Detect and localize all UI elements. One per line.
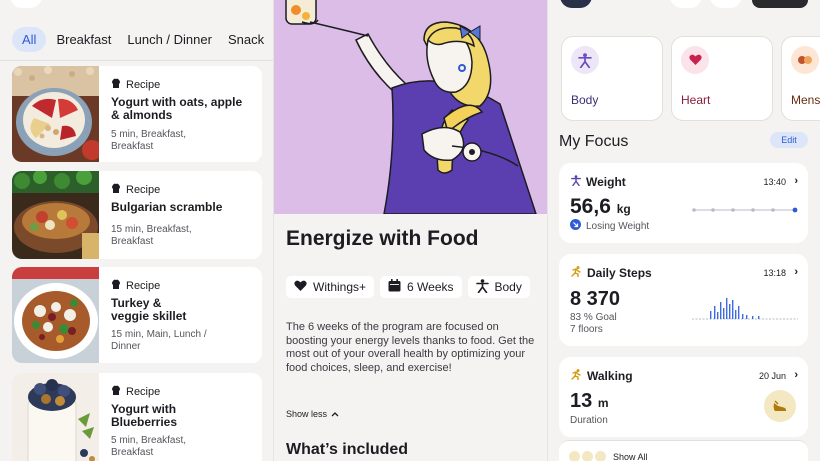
program-panel: Energize with Food Withings+ 6 Weeks Bod… xyxy=(273,0,548,461)
steps-value: 8 370 xyxy=(570,288,621,310)
steps-header: Daily Steps xyxy=(571,266,652,280)
filter-all[interactable]: All xyxy=(12,27,47,52)
program-hero-illustration xyxy=(274,0,547,214)
daily-steps-card[interactable]: Daily Steps 13:18 › 8 370 83 % Goal 7 fl… xyxy=(559,254,808,346)
heart-icon xyxy=(294,280,307,295)
category-label: Body xyxy=(571,93,599,107)
chevron-up-icon xyxy=(331,409,339,419)
program-tags: Withings+ 6 Weeks Body xyxy=(286,276,530,298)
walking-value: 13 m xyxy=(570,390,609,412)
recipe-kind: Recipe xyxy=(111,183,160,197)
activity-icon xyxy=(569,451,580,461)
weight-header: Weight xyxy=(571,175,626,189)
chevron-right-icon: › xyxy=(794,266,798,278)
recipe-card[interactable]: Recipe Bulgarian scramble 15 min, Breakf… xyxy=(12,171,262,259)
recipe-kind: Recipe xyxy=(111,279,160,293)
walking-date: 20 Jun xyxy=(758,371,786,381)
weight-time: 13:40 xyxy=(763,177,786,187)
category-label: Heart xyxy=(681,93,711,107)
weight-card[interactable]: Weight 13:40 › 56,6 kg Losing Weight xyxy=(559,163,808,243)
body-icon xyxy=(475,278,489,296)
recipes-panel: All Breakfast Lunch / Dinner Snack Recip… xyxy=(0,0,273,461)
walking-icon xyxy=(571,369,582,383)
runner-icon xyxy=(571,266,582,280)
program-description: The 6 weeks of the program are focused o… xyxy=(286,321,535,374)
recipe-meta: 5 min, Breakfast, Breakfast xyxy=(111,129,187,152)
whats-included-heading: What’s included xyxy=(286,441,409,458)
activity-icon xyxy=(582,451,593,461)
tag-duration: 6 Weeks xyxy=(380,276,462,298)
recipe-meta: 15 min, Main, Lunch / Dinner xyxy=(111,329,207,352)
walking-card[interactable]: Walking 20 Jun › 13 m Duration xyxy=(559,357,808,437)
show-all-strip[interactable]: Show All xyxy=(559,440,808,461)
recipe-title: Turkey & veggie skillet xyxy=(111,296,187,323)
filter-breakfast[interactable]: Breakfast xyxy=(50,27,117,52)
edit-focus-button[interactable]: Edit xyxy=(770,132,808,148)
walking-header: Walking xyxy=(571,369,633,383)
settings-button[interactable] xyxy=(710,0,742,8)
walking-subtitle: Duration xyxy=(570,415,608,426)
recipe-image xyxy=(12,267,99,363)
chef-hat-icon xyxy=(111,279,121,293)
steps-goal: 83 % Goal xyxy=(570,312,617,323)
cycle-icon xyxy=(791,46,819,74)
recipe-title: Yogurt with Blueberries xyxy=(111,402,178,429)
category-menstruation[interactable]: Mens xyxy=(781,36,820,121)
filter-lunch-dinner[interactable]: Lunch / Dinner xyxy=(121,27,218,52)
category-body[interactable]: Body xyxy=(561,36,663,121)
steps-floors: 7 floors xyxy=(570,324,603,335)
body-icon xyxy=(571,175,581,189)
recipe-card[interactable]: Recipe Yogurt with Blueberries 5 min, Br… xyxy=(12,373,262,461)
recipe-card[interactable]: Recipe Yogurt with oats, apple & almonds… xyxy=(12,66,262,162)
top-action-button[interactable] xyxy=(752,0,808,8)
tag-withings-plus: Withings+ xyxy=(286,276,375,298)
my-focus-heading: My Focus xyxy=(559,133,629,150)
weight-sparkline xyxy=(692,207,798,213)
steps-time: 13:18 xyxy=(763,268,786,278)
heart-icon xyxy=(681,46,709,74)
show-less-link[interactable]: Show less xyxy=(286,409,339,419)
divider xyxy=(0,60,273,61)
recipe-title: Bulgarian scramble xyxy=(111,200,223,214)
recipe-title: Yogurt with oats, apple & almonds xyxy=(111,95,243,122)
filter-bar: All Breakfast Lunch / Dinner Snack xyxy=(12,27,270,52)
dashboard-panel: Body Heart Mens My Focus Edit Weight 13:… xyxy=(548,0,820,461)
recipe-kind: Recipe xyxy=(111,78,160,92)
tag-category: Body xyxy=(467,276,530,298)
back-button[interactable] xyxy=(10,0,42,8)
recipe-card[interactable]: Recipe Turkey & veggie skillet 15 min, M… xyxy=(12,267,262,363)
body-icon xyxy=(571,46,599,74)
filter-snack[interactable]: Snack xyxy=(222,27,270,52)
chef-hat-icon xyxy=(111,385,121,399)
activity-icons xyxy=(569,451,606,461)
notification-button[interactable] xyxy=(670,0,702,8)
recipe-image xyxy=(12,171,99,259)
app-screen: All Breakfast Lunch / Dinner Snack Recip… xyxy=(0,0,820,461)
weight-value: 56,6 kg xyxy=(570,195,631,218)
chevron-right-icon: › xyxy=(794,369,798,381)
recipe-image xyxy=(12,373,99,461)
chef-hat-icon xyxy=(111,183,121,197)
show-all-label: Show All xyxy=(613,452,648,461)
weight-trend: Losing Weight xyxy=(570,219,649,233)
steps-histogram xyxy=(692,298,798,320)
recipe-meta: 15 min, Breakfast, Breakfast xyxy=(111,224,192,247)
profile-avatar[interactable] xyxy=(560,0,592,8)
trend-down-icon xyxy=(570,219,581,233)
shoe-icon xyxy=(764,390,796,422)
recipe-kind: Recipe xyxy=(111,385,160,399)
calendar-icon xyxy=(388,279,401,295)
recipe-meta: 5 min, Breakfast, Breakfast xyxy=(111,435,187,458)
category-label: Mens xyxy=(791,93,820,107)
recipe-image xyxy=(12,66,99,162)
activity-icon xyxy=(595,451,606,461)
program-title: Energize with Food xyxy=(286,227,479,250)
chef-hat-icon xyxy=(111,78,121,92)
category-heart[interactable]: Heart xyxy=(671,36,773,121)
chevron-right-icon: › xyxy=(794,175,798,187)
